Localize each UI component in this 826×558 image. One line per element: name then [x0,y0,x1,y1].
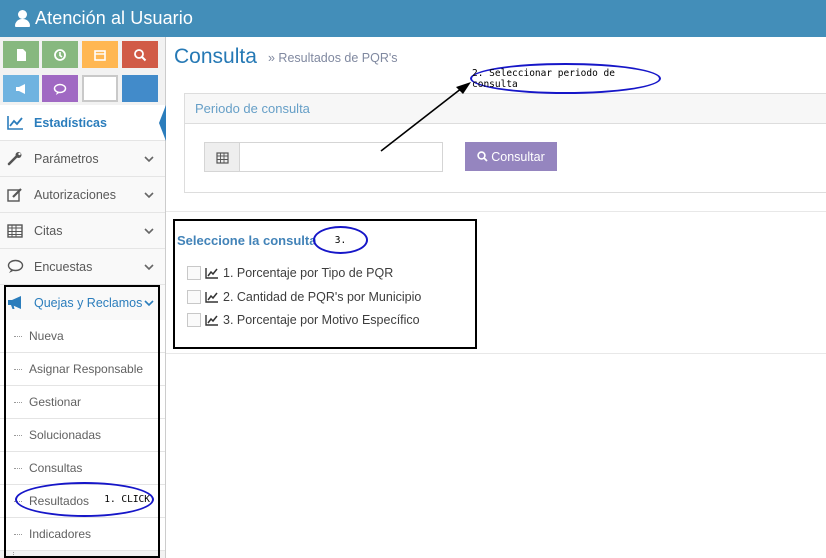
chevron-down-icon [144,192,154,199]
option-label: 3. Porcentaje por Motivo Específico [223,312,420,327]
sidebar-item-estadisticas[interactable]: Estadísticas [0,105,165,141]
periodo-panel: Periodo de consulta Consultar [184,93,826,193]
page-subtitle: » Resultados de PQR's [268,51,398,65]
option-label: 1. Porcentaje por Tipo de PQR [223,265,394,280]
chevron-down-icon [144,264,154,271]
annotation-box-submenu [4,285,160,558]
annotation-step-3: 3. [313,226,368,254]
user-icon [15,10,30,27]
blank-tile[interactable] [122,75,158,102]
option-checkbox[interactable] [187,265,201,280]
consultar-label: Consultar [491,149,545,164]
divider [166,353,826,354]
sidebar-item-label: Citas [34,223,63,238]
chevron-down-icon [144,156,154,163]
app-title: Atención al Usuario [35,8,193,28]
blank-tile[interactable] [82,75,118,102]
consulta-option-1[interactable]: 1. Porcentaje por Tipo de PQR [187,264,393,281]
bullhorn-icon[interactable] [3,75,39,102]
search-icon [477,151,488,162]
wrench-icon [7,151,27,167]
shortcuts-panel [0,37,166,104]
annotation-step-1-text: 1. CLICK [104,494,150,505]
option-label: 2. Cantidad de PQR's por Municipio [223,289,422,304]
sidebar-item-encuestas[interactable]: Encuestas [0,249,165,285]
date-range-group [204,142,443,172]
history-icon[interactable] [42,41,78,68]
consulta-heading: Seleccione la consulta [177,233,317,248]
comment-icon[interactable] [42,75,78,102]
calendar-icon[interactable] [82,41,118,68]
option-checkbox[interactable] [187,312,201,327]
calendar-icon[interactable] [205,143,240,171]
consultar-button[interactable]: Consultar [465,142,557,171]
option-checkbox[interactable] [187,289,201,304]
date-range-input[interactable] [240,143,442,171]
sidebar-item-label: Parámetros [34,151,99,166]
sidebar-item-label: Autorizaciones [34,187,116,202]
sidebar-item-label: Estadísticas [34,115,107,130]
periodo-heading: Periodo de consulta [185,94,826,124]
comment-icon [7,259,27,275]
consulta-option-2[interactable]: 2. Cantidad de PQR's por Municipio [187,288,421,305]
line-chart-icon [7,115,27,131]
sidebar-item-parametros[interactable]: Parámetros [0,141,165,177]
sidebar-item-autorizaciones[interactable]: Autorizaciones [0,177,165,213]
annotation-step-2-text: 2. Seleccionar periodo de consulta [472,67,615,90]
chevron-down-icon [144,228,154,235]
annotation-step-2: 2. Seleccionar periodo de consulta [470,63,661,94]
line-chart-icon [205,314,218,326]
main-content: Consulta » Resultados de PQR's Periodo d… [166,37,826,558]
consulta-option-3[interactable]: 3. Porcentaje por Motivo Específico [187,311,420,328]
sidebar-item-citas[interactable]: Citas [0,213,165,249]
page-title: Consulta [174,45,257,68]
calendar-icon [7,223,27,239]
divider [166,211,826,212]
search-icon[interactable] [122,41,158,68]
edit-icon [7,187,27,203]
file-icon[interactable] [3,41,39,68]
line-chart-icon [205,267,218,279]
app-header: Atención al Usuario [0,0,826,37]
sidebar-item-label: Encuestas [34,259,93,274]
annotation-step-1: 1. CLICK [15,482,154,517]
annotation-step-3-text: 3. [334,234,347,246]
line-chart-icon [205,291,218,303]
